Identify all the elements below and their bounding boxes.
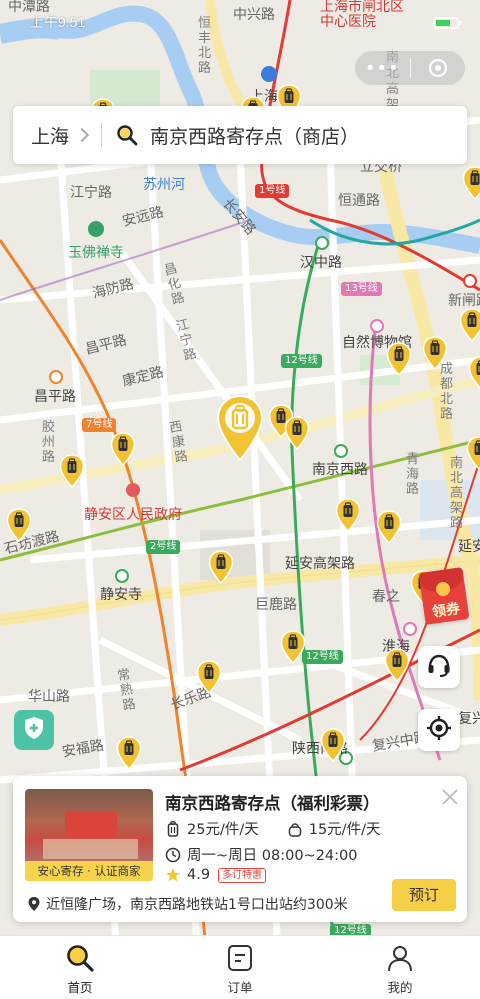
storage-pin[interactable]	[466, 436, 480, 470]
map-label: 延安高架路	[285, 556, 355, 572]
map-label: 巨鹿路	[255, 597, 297, 613]
store-card[interactable]: 安心寄存 · 认证商家 南京西路寄存点（福利彩票） 25元/件/天 15元/件/…	[13, 776, 467, 922]
shield-plus-icon	[21, 715, 47, 745]
storage-pin[interactable]	[196, 660, 222, 694]
storage-pin[interactable]	[468, 356, 480, 390]
city-selector[interactable]: 上海	[31, 122, 69, 149]
status-bar: 上午9:51	[0, 0, 480, 40]
store-title: 南京西路寄存点（福利彩票）	[165, 794, 380, 813]
price-large: 25元/件/天	[187, 822, 259, 838]
close-icon[interactable]	[441, 788, 459, 806]
certified-badge: 安心寄存 · 认证商家	[25, 861, 153, 881]
metro-line-badge: 12号线	[281, 354, 322, 368]
more-dots-icon[interactable]: •••	[355, 58, 410, 79]
opening-hours: 周一~周日 08:00~24:00	[187, 848, 358, 864]
storage-pin[interactable]	[208, 550, 234, 584]
metro-line-badge: 1号线	[255, 184, 290, 198]
order-list-icon	[225, 943, 255, 973]
map-label: 南京西路	[312, 462, 368, 478]
mini-program-capsule: •••	[354, 50, 466, 86]
tab-label: 首页	[67, 980, 93, 995]
search-icon	[65, 943, 95, 973]
map-label: 南北高架路	[450, 456, 464, 531]
storage-pin[interactable]	[284, 416, 310, 450]
locate-crosshair-icon	[426, 715, 452, 745]
storage-pin[interactable]	[280, 630, 306, 664]
storage-pin[interactable]	[59, 454, 85, 488]
battery-icon	[426, 14, 466, 29]
clock-icon	[165, 847, 181, 863]
storage-pin[interactable]	[462, 166, 480, 200]
tab-label: 我的	[387, 980, 413, 995]
map-label: 延安	[458, 539, 480, 555]
user-icon	[385, 943, 415, 973]
search-query[interactable]: 南京西路寄存点（商店）	[150, 122, 359, 149]
map-label: 静安寺	[100, 587, 142, 603]
target-circle-icon[interactable]	[410, 57, 465, 79]
storage-pin[interactable]	[335, 498, 361, 532]
map-label: 恒通路	[338, 193, 380, 209]
search-bar[interactable]: 上海 南京西路寄存点（商店）	[13, 106, 467, 164]
star-icon	[165, 867, 181, 883]
storage-pin[interactable]	[116, 736, 142, 770]
storage-pin[interactable]	[376, 510, 402, 544]
metro-line-badge: 13号线	[341, 282, 382, 296]
map-label: 昌平路	[34, 389, 76, 405]
address-row: 近恒隆广场，南京西路地铁站1号口出站约300米	[27, 894, 348, 914]
coupon-button[interactable]: 领券	[418, 566, 480, 625]
locate-button[interactable]	[418, 709, 460, 751]
storage-pin[interactable]	[422, 336, 448, 370]
price-row: 25元/件/天 15元/件/天	[165, 818, 380, 839]
map-label: 江宁路	[70, 185, 112, 201]
price-small: 15元/件/天	[308, 822, 381, 838]
customer-service-button[interactable]	[418, 646, 460, 688]
map-label: 静安区人民政府	[84, 507, 182, 523]
coupon-label: 领券	[431, 600, 462, 621]
map-label: 青海路	[406, 452, 420, 497]
headset-icon	[426, 652, 452, 682]
metro-line-badge: 12号线	[302, 650, 343, 664]
metro-line-badge: 2号线	[146, 540, 181, 554]
storage-pin[interactable]	[459, 308, 480, 342]
storage-pin[interactable]	[384, 648, 410, 682]
map-label: 苏州河	[143, 177, 185, 193]
book-button[interactable]: 预订	[392, 879, 456, 911]
tab-label: 订单	[227, 980, 253, 995]
map-label: 华山路	[28, 689, 70, 705]
search-divider	[101, 123, 103, 147]
storage-pin[interactable]	[110, 432, 136, 466]
discount-tag: 多订特惠	[218, 867, 267, 883]
map-label: 玉佛禅寺	[68, 245, 124, 261]
search-icon	[116, 124, 138, 146]
storage-pin[interactable]	[320, 728, 346, 762]
hours-row: 周一~周日 08:00~24:00	[165, 844, 357, 865]
chevron-right-icon	[74, 127, 90, 143]
rating-value: 4.9	[187, 867, 211, 883]
storage-pin[interactable]	[6, 508, 32, 542]
bottom-tab-bar: 首页 订单 我的	[0, 935, 480, 999]
storage-pin[interactable]	[386, 342, 412, 376]
tab-profile[interactable]: 我的	[320, 936, 480, 999]
map-label: 复兴	[458, 711, 480, 727]
map-label: 胶州路	[42, 420, 56, 465]
bag-icon	[287, 821, 303, 837]
store-address: 近恒隆广场，南京西路地铁站1号口出站约300米	[46, 897, 348, 913]
red-envelope-icon: 领券	[418, 567, 470, 625]
location-pin-icon	[27, 896, 41, 912]
status-time: 上午9:51	[30, 14, 86, 30]
map-label: 成都北路	[440, 362, 454, 422]
safety-button[interactable]	[14, 710, 54, 750]
tab-orders[interactable]: 订单	[160, 936, 320, 999]
map-label: 汉中路	[300, 255, 342, 271]
map-label: 春之	[372, 589, 400, 605]
metro-line-badge: 7号线	[82, 418, 117, 432]
selected-pin[interactable]	[215, 394, 265, 464]
suitcase-icon	[165, 820, 181, 837]
tab-home[interactable]: 首页	[0, 936, 160, 999]
map-label: 新闸路	[448, 293, 480, 309]
rating-row: 4.9 多订特惠	[165, 867, 267, 883]
